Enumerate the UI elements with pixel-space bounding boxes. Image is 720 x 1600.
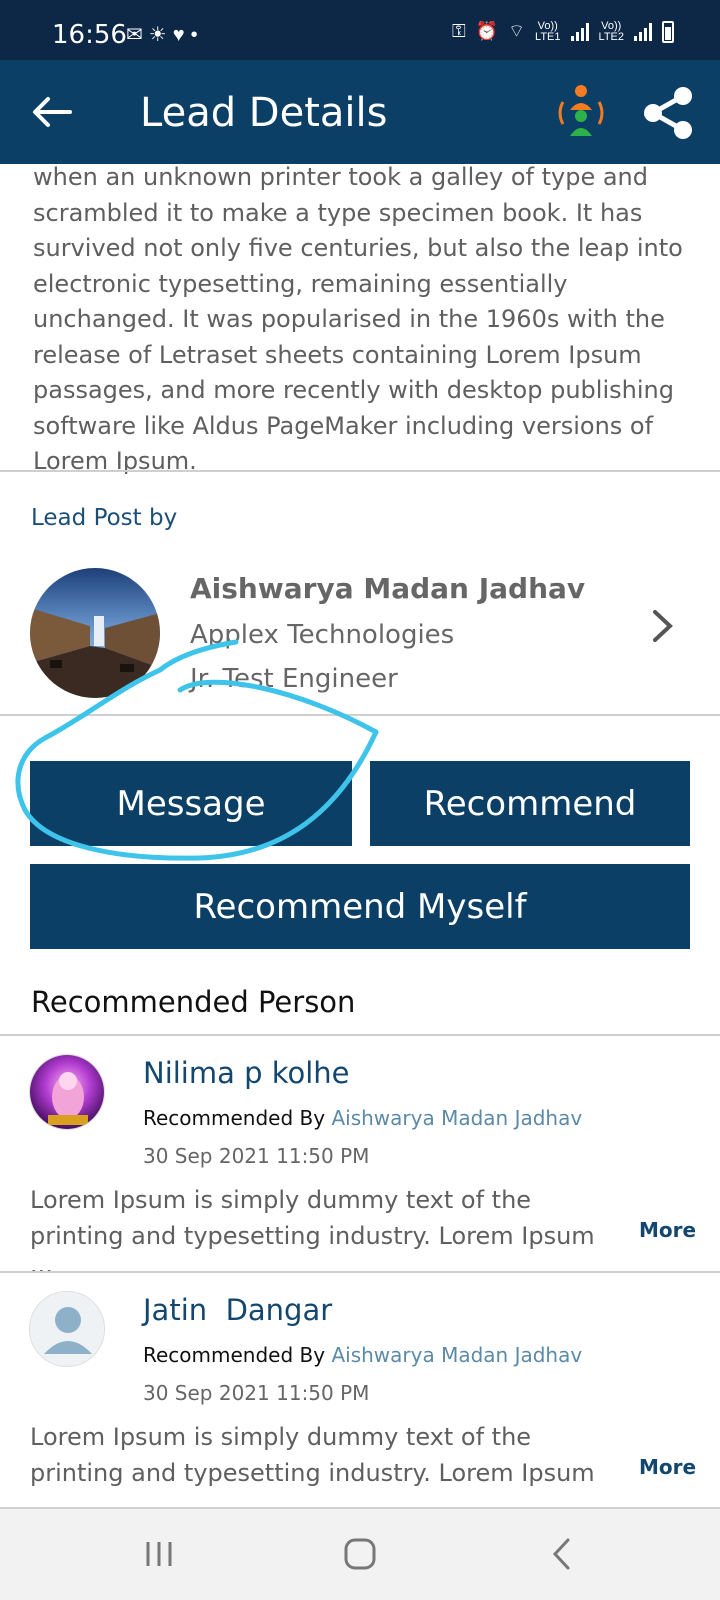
status-time: 16:56 bbox=[52, 20, 127, 50]
divider bbox=[0, 714, 720, 716]
avatar bbox=[29, 1291, 105, 1367]
key-icon: ⚿ bbox=[451, 21, 466, 41]
net1-bottom: LTE1 bbox=[535, 30, 561, 43]
recommended-by-name[interactable]: Aishwarya Madan Jadhav bbox=[331, 1343, 582, 1367]
signal-2-icon bbox=[634, 22, 652, 41]
list-item[interactable]: Jatin Dangar Recommended By Aishwarya Ma… bbox=[0, 1271, 720, 1523]
recommended-by: Recommended By Aishwarya Madan Jadhav bbox=[143, 1343, 582, 1367]
avatar bbox=[29, 1054, 105, 1130]
system-nav-bar bbox=[0, 1509, 720, 1600]
people-icon[interactable] bbox=[555, 84, 607, 140]
poster-avatar bbox=[30, 568, 160, 698]
lead-poster-row[interactable]: Aishwarya Madan Jadhav Applex Technologi… bbox=[0, 550, 720, 700]
recommend-myself-button[interactable]: Recommend Myself bbox=[30, 864, 690, 949]
list-item[interactable]: Nilima p kolhe Recommended By Aishwarya … bbox=[0, 1034, 720, 1286]
alarm-icon: ⏰ bbox=[475, 21, 499, 41]
recommended-by-label: Recommended By bbox=[143, 1106, 326, 1130]
user-placeholder-icon bbox=[30, 1292, 104, 1366]
poster-company: Applex Technologies bbox=[190, 620, 455, 650]
notification-icons: ✉☀♥• bbox=[126, 24, 204, 46]
recommended-name[interactable]: Nilima p kolhe bbox=[143, 1056, 350, 1090]
back-arrow-icon[interactable] bbox=[30, 90, 74, 134]
nav-back-icon[interactable] bbox=[550, 1537, 572, 1571]
battery-icon bbox=[662, 20, 674, 43]
chevron-right-icon[interactable] bbox=[650, 608, 676, 644]
avatar-image bbox=[30, 1055, 104, 1129]
poster-photo bbox=[30, 568, 160, 698]
message-button[interactable]: Message bbox=[30, 761, 352, 846]
more-link[interactable]: More bbox=[639, 1455, 696, 1479]
recommended-date: 30 Sep 2021 11:50 PM bbox=[143, 1144, 370, 1168]
divider bbox=[0, 470, 720, 472]
lead-post-label: Lead Post by bbox=[31, 505, 178, 531]
share-icon[interactable] bbox=[641, 86, 695, 140]
lead-description: when an unknown printer took a galley of… bbox=[33, 163, 683, 475]
recommend-button[interactable]: Recommend bbox=[370, 761, 690, 846]
app-bar: Lead Details bbox=[0, 60, 720, 164]
recommended-by: Recommended By Aishwarya Madan Jadhav bbox=[143, 1106, 582, 1130]
signal-1-icon bbox=[570, 22, 589, 41]
recommended-name[interactable]: Jatin Dangar bbox=[143, 1293, 332, 1327]
network-2-label: Vo)) LTE2 bbox=[598, 20, 624, 43]
wifi-icon: ⌔ bbox=[508, 21, 526, 41]
recent-apps-icon[interactable] bbox=[144, 1539, 174, 1569]
poster-name: Aishwarya Madan Jadhav bbox=[190, 572, 586, 605]
page-title: Lead Details bbox=[140, 90, 388, 136]
recommended-date: 30 Sep 2021 11:50 PM bbox=[143, 1381, 370, 1405]
poster-role: Jr. Test Engineer bbox=[190, 664, 398, 694]
network-1-label: Vo)) LTE1 bbox=[535, 20, 561, 43]
home-icon[interactable] bbox=[343, 1537, 377, 1571]
status-right-icons: ⚿ ⏰ ⌔ Vo)) LTE1 Vo)) LTE2 bbox=[452, 20, 674, 43]
recommended-by-name[interactable]: Aishwarya Madan Jadhav bbox=[331, 1106, 582, 1130]
recommended-by-label: Recommended By bbox=[143, 1343, 326, 1367]
status-bar: 16:56 ✉☀♥• ⚿ ⏰ ⌔ Vo)) LTE1 Vo)) LTE2 bbox=[0, 0, 720, 60]
recommended-heading: Recommended Person bbox=[31, 985, 356, 1019]
net2-bottom: LTE2 bbox=[598, 30, 624, 43]
more-link[interactable]: More bbox=[639, 1218, 696, 1242]
